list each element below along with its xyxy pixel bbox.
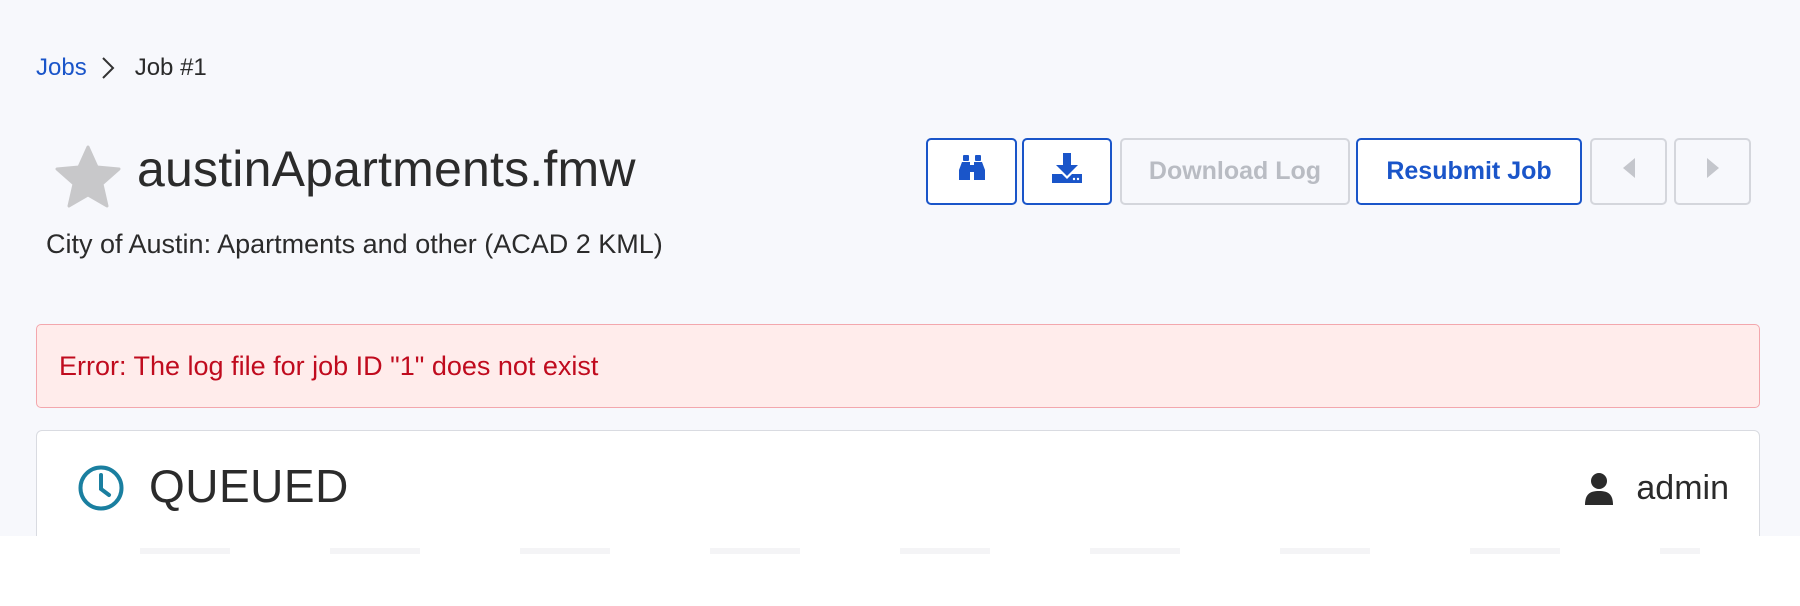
breadcrumb: Jobs Job #1 — [36, 54, 207, 82]
page-title: austinApartments.fmw — [137, 141, 636, 197]
breadcrumb-current: Job #1 — [134, 54, 207, 81]
job-owner-name: admin — [1636, 469, 1729, 507]
star-icon[interactable] — [54, 143, 122, 211]
download-log-button[interactable]: Download Log — [1120, 138, 1350, 205]
job-owner: admin — [1584, 469, 1729, 508]
clock-icon — [77, 464, 125, 512]
user-icon — [1584, 472, 1614, 506]
resubmit-job-button[interactable]: Resubmit Job — [1356, 138, 1582, 205]
binoculars-icon — [957, 154, 987, 189]
caret-right-icon — [1706, 157, 1720, 186]
download-button[interactable] — [1022, 138, 1112, 205]
breadcrumb-jobs-link[interactable]: Jobs — [36, 54, 87, 82]
page-subtitle: City of Austin: Apartments and other (AC… — [46, 229, 663, 259]
error-message: Error: The log file for job ID "1" does … — [59, 350, 599, 381]
caret-left-icon — [1622, 157, 1636, 186]
download-icon — [1051, 152, 1083, 191]
previous-job-button[interactable] — [1590, 138, 1667, 205]
bottom-fade-overlay — [0, 536, 1800, 606]
chevron-right-icon — [101, 56, 115, 80]
view-button[interactable] — [926, 138, 1017, 205]
error-alert: Error: The log file for job ID "1" does … — [36, 324, 1760, 408]
faded-details-row — [140, 548, 1700, 554]
job-status: QUEUED — [149, 460, 349, 512]
next-job-button[interactable] — [1674, 138, 1751, 205]
